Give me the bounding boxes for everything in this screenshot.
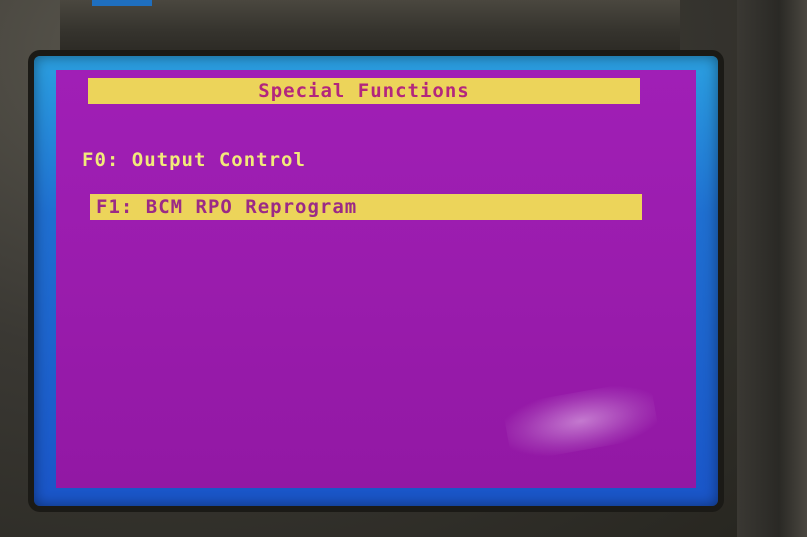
- scan-tool-device: Special Functions F0: Output Control F1:…: [0, 0, 807, 537]
- screen-title: Special Functions: [258, 80, 470, 102]
- device-blue-accent: [92, 0, 152, 6]
- title-bar: Special Functions: [88, 78, 640, 104]
- lcd-screen: Special Functions F0: Output Control F1:…: [56, 70, 696, 488]
- menu-item-output-control[interactable]: F0: Output Control: [82, 147, 306, 173]
- screen-glare: [502, 379, 660, 463]
- menu-item-bcm-rpo-reprogram[interactable]: F1: BCM RPO Reprogram: [90, 194, 642, 220]
- device-top-housing: [60, 0, 680, 60]
- device-right-housing: [737, 0, 807, 537]
